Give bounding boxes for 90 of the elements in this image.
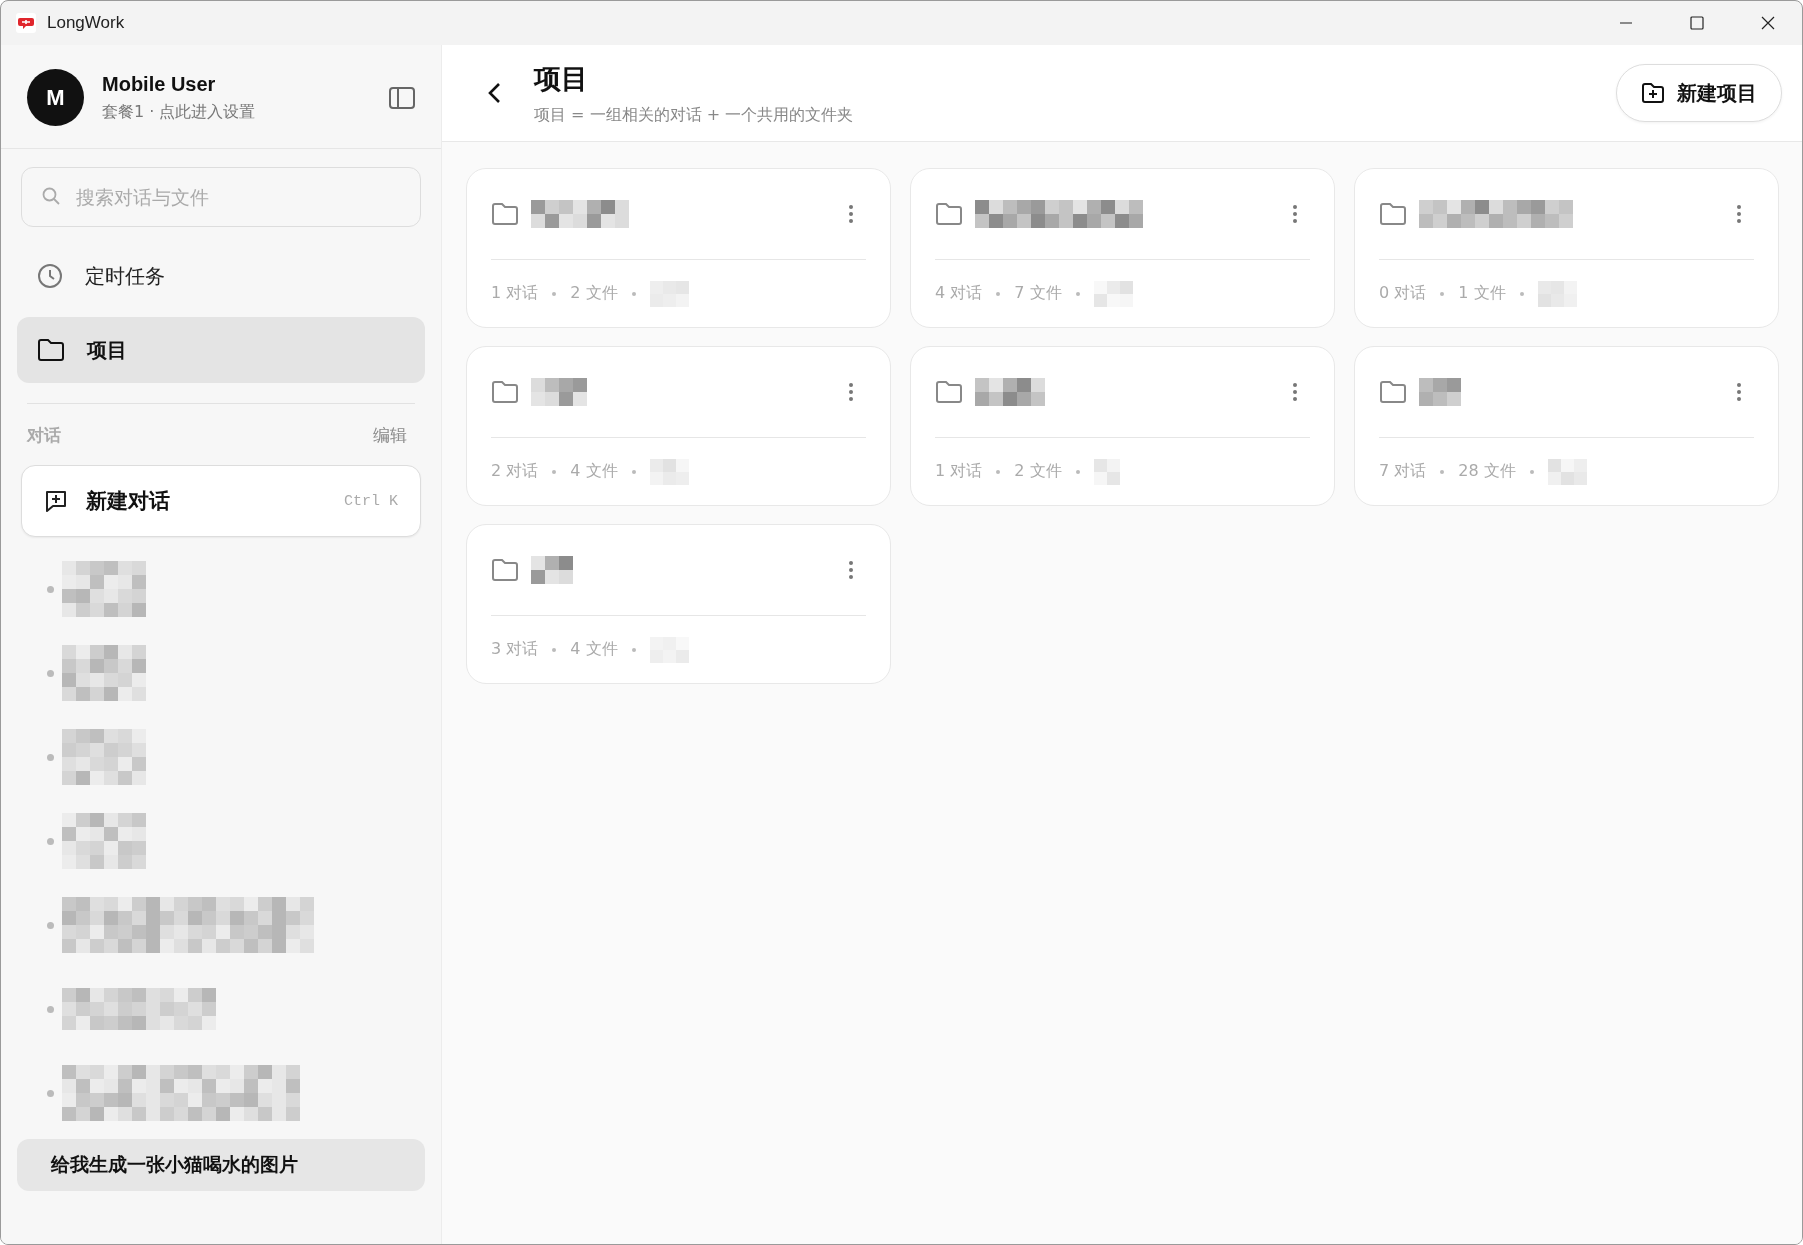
file-count: 7 文件 xyxy=(1014,283,1062,304)
chat-count: 2 对话 xyxy=(491,461,539,482)
redacted-text xyxy=(1537,280,1577,307)
project-card[interactable]: 2 对话 4 文件 xyxy=(466,346,891,506)
project-card[interactable]: 4 对话 7 文件 xyxy=(910,168,1335,328)
redacted-text xyxy=(1093,458,1120,485)
project-card[interactable]: 1 对话 2 文件 xyxy=(466,168,891,328)
folder-icon xyxy=(491,558,519,582)
back-icon[interactable] xyxy=(486,81,502,105)
separator-dot-icon xyxy=(1519,291,1524,296)
redacted-text xyxy=(649,458,689,485)
page-subtitle: 项目 = 一组相关的对话 + 一个共用的文件夹 xyxy=(534,104,854,126)
folder-icon xyxy=(37,338,65,362)
separator-dot-icon xyxy=(552,647,557,652)
more-options-icon[interactable] xyxy=(1736,382,1742,402)
separator-dot-icon xyxy=(631,291,636,296)
separator-dot-icon xyxy=(1529,469,1534,474)
redacted-text xyxy=(1547,458,1587,485)
chat-item[interactable]: 给我生成一张小猫喝水的图片 xyxy=(17,1139,425,1191)
file-count: 2 文件 xyxy=(570,283,618,304)
separator-dot-icon xyxy=(552,291,557,296)
chat-plus-icon xyxy=(44,489,68,513)
folder-icon xyxy=(935,202,963,226)
redacted-text xyxy=(531,556,573,584)
folder-icon xyxy=(1379,380,1407,404)
project-card[interactable]: 0 对话 1 文件 xyxy=(1354,168,1779,328)
folder-icon xyxy=(1379,202,1407,226)
chat-count: 0 对话 xyxy=(1379,283,1427,304)
file-count: 28 文件 xyxy=(1458,461,1516,482)
clock-icon xyxy=(37,263,63,289)
edit-link[interactable]: 编辑 xyxy=(373,424,407,447)
plan-settings-link[interactable]: 套餐1 · 点此进入设置 xyxy=(102,101,256,123)
bullet-dot-icon xyxy=(47,753,54,761)
section-title: 对话 xyxy=(27,424,61,447)
user-avatar[interactable]: M xyxy=(27,69,84,126)
separator-dot-icon xyxy=(996,291,1001,296)
bullet-dot-icon xyxy=(47,1005,54,1013)
separator-dot-icon xyxy=(631,647,636,652)
file-count: 1 文件 xyxy=(1458,283,1506,304)
separator-dot-icon xyxy=(996,469,1001,474)
folder-plus-icon xyxy=(1641,82,1665,104)
redacted-text xyxy=(1093,280,1133,307)
sidebar-toggle-icon[interactable] xyxy=(389,86,415,109)
bullet-dot-icon xyxy=(47,921,54,929)
folder-icon xyxy=(491,380,519,404)
bullet-dot-icon xyxy=(47,837,54,845)
user-name: Mobile User xyxy=(102,72,217,96)
chat-count: 3 对话 xyxy=(491,639,539,660)
bullet-dot-icon xyxy=(47,669,54,677)
folder-icon xyxy=(491,202,519,226)
nav-item[interactable]: 定时任务 xyxy=(17,243,425,309)
new-project-button[interactable]: 新建项目 xyxy=(1616,64,1782,122)
close-icon[interactable] xyxy=(1760,15,1776,31)
separator-dot-icon xyxy=(552,469,557,474)
page-title: 项目 xyxy=(534,61,589,96)
project-card[interactable]: 3 对话 4 文件 xyxy=(466,524,891,684)
app-logo-icon xyxy=(15,12,37,34)
separator-dot-icon xyxy=(1075,291,1080,296)
file-count: 2 文件 xyxy=(1014,461,1062,482)
more-options-icon[interactable] xyxy=(848,204,854,224)
project-card[interactable]: 1 对话 2 文件 xyxy=(910,346,1335,506)
more-options-icon[interactable] xyxy=(848,560,854,580)
folder-icon xyxy=(935,380,963,404)
chat-count: 7 对话 xyxy=(1379,461,1427,482)
window-title: LongWork xyxy=(47,13,125,33)
new-chat-button[interactable]: 新建对话 Ctrl K xyxy=(21,465,421,537)
chat-count: 1 对话 xyxy=(491,283,539,304)
separator-dot-icon xyxy=(631,469,636,474)
separator-dot-icon xyxy=(1440,469,1445,474)
file-count: 4 文件 xyxy=(570,461,618,482)
search-icon xyxy=(41,186,61,206)
bullet-dot-icon xyxy=(47,585,54,593)
more-options-icon[interactable] xyxy=(1292,382,1298,402)
bullet-dot-icon xyxy=(47,1089,54,1097)
project-card[interactable]: 7 对话 28 文件 xyxy=(1354,346,1779,506)
maximize-icon[interactable] xyxy=(1689,15,1705,31)
more-options-icon[interactable] xyxy=(1736,204,1742,224)
redacted-text xyxy=(649,280,689,307)
more-options-icon[interactable] xyxy=(848,382,854,402)
redacted-text xyxy=(975,378,1045,406)
file-count: 4 文件 xyxy=(570,639,618,660)
nav-item[interactable]: 项目 xyxy=(17,317,425,383)
chat-count: 1 对话 xyxy=(935,461,983,482)
redacted-text xyxy=(1419,378,1461,406)
redacted-text xyxy=(531,378,587,406)
separator-dot-icon xyxy=(1440,291,1445,296)
chat-count: 4 对话 xyxy=(935,283,983,304)
more-options-icon[interactable] xyxy=(1292,204,1298,224)
separator-dot-icon xyxy=(1075,469,1080,474)
search-field[interactable]: 搜索对话与文件 xyxy=(21,167,421,227)
